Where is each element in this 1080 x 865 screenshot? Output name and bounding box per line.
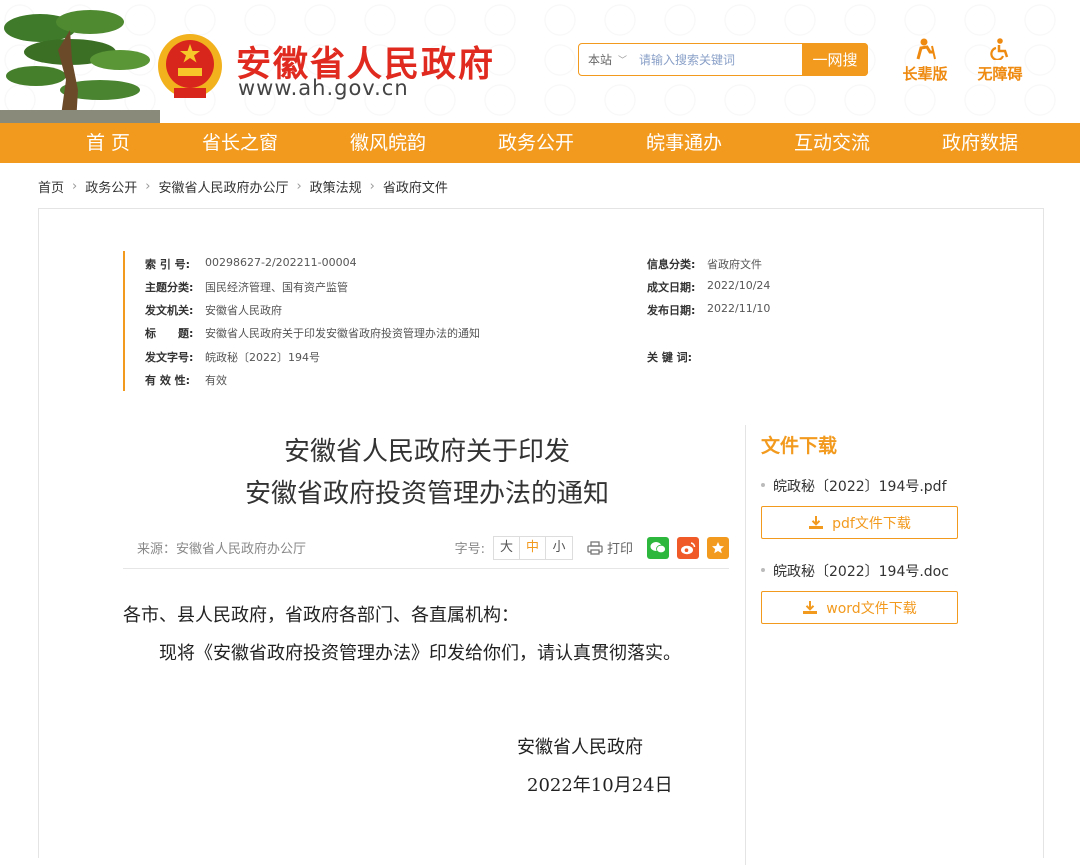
- article-paragraph: 现将《安徽省政府投资管理办法》印发给你们，请认真贯彻落实。: [159, 643, 681, 664]
- nav-item-home[interactable]: 首 页: [86, 123, 130, 163]
- article-info-bar: 来源：安徽省人民政府办公厅 字号: 大 中 小 打印: [123, 527, 729, 569]
- download-icon: [803, 601, 818, 614]
- article-signature: 安徽省人民政府 2022年10月24日: [517, 729, 673, 805]
- accessibility-button[interactable]: 无障碍: [970, 38, 1030, 84]
- breadcrumb-home[interactable]: 首页: [38, 177, 64, 196]
- breadcrumb-policy[interactable]: 政策法规: [310, 177, 362, 196]
- nav-item-services[interactable]: 皖事通办: [646, 123, 722, 163]
- font-size-large-button[interactable]: 大: [494, 536, 520, 559]
- document-meta: 索 引 号: 00298627-2/202211-00004 主题分类: 国民经济管…: [123, 251, 770, 391]
- meta-title: 标 题: 安徽省人民政府关于印发安徽省政府投资管理办法的通知: [145, 327, 480, 340]
- download-file-name: 皖政秘〔2022〕194号.doc: [761, 561, 981, 581]
- favorite-star-icon[interactable]: [707, 536, 729, 559]
- nav-item-gov-affairs[interactable]: 政务公开: [498, 123, 574, 163]
- elder-version-button[interactable]: 长辈版: [895, 38, 955, 84]
- breadcrumb-provincial-docs[interactable]: 省政府文件: [383, 177, 448, 196]
- download-sidebar: 文件下载 皖政秘〔2022〕194号.pdf pdf文件下载 皖政秘〔2022〕…: [761, 431, 981, 646]
- nav-item-interaction[interactable]: 互动交流: [794, 123, 870, 163]
- breadcrumb: 首页 › 政务公开 › 安徽省人民政府办公厅 › 政策法规 › 省政府文件: [0, 163, 1080, 209]
- article-title: 安徽省人民政府关于印发 安徽省政府投资管理办法的通知: [123, 431, 731, 515]
- meta-index: 索 引 号: 00298627-2/202211-00004: [145, 256, 357, 271]
- wheelchair-icon: [990, 38, 1009, 60]
- font-size-label: 字号:: [454, 542, 485, 557]
- breadcrumb-office[interactable]: 安徽省人民政府办公厅: [158, 177, 288, 196]
- national-emblem-icon: [158, 34, 222, 98]
- meta-published-date: 发布日期: 2022/11/10: [647, 302, 771, 317]
- article-salutation: 各市、县人民政府，省政府各部门、各直属机构：: [123, 605, 519, 626]
- meta-topic: 主题分类: 国民经济管理、国有资产监管: [145, 281, 348, 294]
- meta-category: 信息分类: 省政府文件: [647, 258, 762, 271]
- weibo-share-icon[interactable]: [677, 536, 699, 559]
- word-download-button[interactable]: word文件下载: [761, 591, 958, 624]
- nav-item-governor[interactable]: 省长之窗: [202, 123, 278, 163]
- download-heading: 文件下载: [761, 435, 838, 457]
- article-body: 各市、县人民政府，省政府各部门、各直属机构： 现将《安徽省政府投资管理办法》印发…: [123, 597, 743, 673]
- search-input[interactable]: [631, 52, 802, 67]
- chevron-down-icon: ﹀: [618, 56, 628, 66]
- site-header: 安徽省人民政府 www.ah.gov.cn 本站 ﹀ 一网搜 长辈版 无障碍: [0, 0, 1080, 123]
- accessibility-label: 无障碍: [977, 65, 1023, 83]
- breadcrumb-separator-icon: ›: [145, 178, 151, 194]
- printer-icon: [587, 540, 603, 555]
- breadcrumb-separator-icon: ›: [72, 178, 78, 194]
- breadcrumb-gov-affairs[interactable]: 政务公开: [85, 177, 137, 196]
- search-box: 本站 ﹀ 一网搜: [578, 43, 868, 76]
- print-label: 打印: [606, 542, 633, 557]
- elder-version-label: 长辈版: [902, 65, 948, 83]
- sign-date: 2022年10月24日: [527, 775, 673, 796]
- pdf-download-button[interactable]: pdf文件下载: [761, 506, 958, 539]
- meta-docno: 发文字号: 皖政秘〔2022〕194号: [145, 351, 320, 364]
- font-size-small-button[interactable]: 小: [546, 537, 572, 559]
- search-button[interactable]: 一网搜: [802, 43, 868, 76]
- meta-issuer: 发文机关: 安徽省人民政府: [145, 304, 282, 317]
- meta-created-date: 成文日期: 2022/10/24: [647, 279, 771, 294]
- breadcrumb-separator-icon: ›: [369, 178, 375, 194]
- share-buttons: [647, 536, 729, 559]
- meta-keywords: 关 键 词:: [647, 351, 693, 364]
- content-panel: 索 引 号: 00298627-2/202211-00004 主题分类: 国民经济管…: [38, 208, 1044, 865]
- nav-item-culture[interactable]: 徽风皖韵: [350, 123, 426, 163]
- download-file-name: 皖政秘〔2022〕194号.pdf: [761, 476, 981, 496]
- article-source: 来源：安徽省人民政府办公厅: [137, 542, 307, 557]
- nav-item-gov-data[interactable]: 政府数据: [942, 123, 1018, 163]
- search-scope-select[interactable]: 本站 ﹀: [579, 51, 631, 68]
- font-size-control: 字号: 大 中 小: [454, 535, 573, 560]
- pdf-download-label: pdf文件下载: [832, 515, 911, 532]
- article-title-line2: 安徽省政府投资管理办法的通知: [244, 479, 609, 509]
- print-button[interactable]: 打印: [587, 538, 633, 557]
- main-nav: 首 页 省长之窗 徽风皖韵 政务公开 皖事通办 互动交流 政府数据: [0, 123, 1080, 163]
- column-divider: [745, 425, 746, 865]
- wechat-share-icon[interactable]: [647, 536, 669, 559]
- word-download-label: word文件下载: [826, 600, 917, 617]
- article-title-line1: 安徽省人民政府关于印发: [283, 437, 570, 467]
- download-icon: [809, 516, 824, 529]
- meta-validity: 有 效 性: 有效: [145, 374, 227, 387]
- pine-tree-logo-image: [0, 10, 160, 123]
- search-scope-label: 本站: [588, 53, 613, 67]
- site-url: www.ah.gov.cn: [238, 76, 409, 100]
- font-size-medium-button[interactable]: 中: [520, 536, 546, 559]
- breadcrumb-separator-icon: ›: [296, 178, 302, 194]
- signer: 安徽省人民政府: [517, 737, 643, 758]
- elder-person-icon: [916, 38, 936, 60]
